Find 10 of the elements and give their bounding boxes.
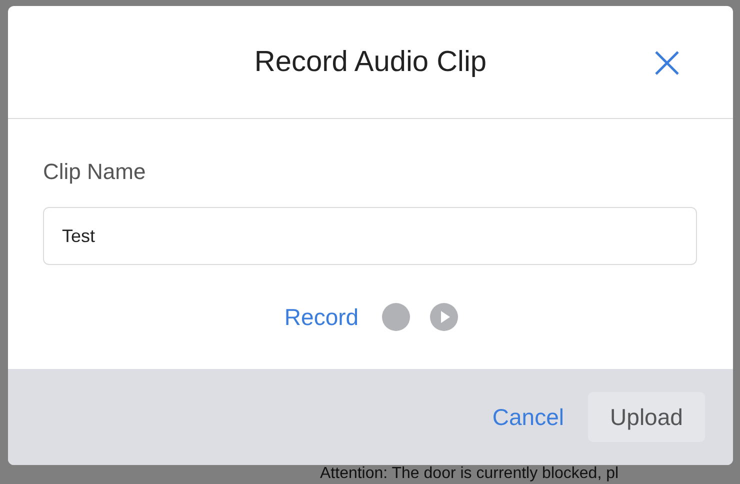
cancel-link[interactable]: Cancel [492, 404, 564, 430]
input-field[interactable]: Test [43, 207, 697, 265]
upload-button[interactable]: Upload [588, 392, 705, 442]
record-icon[interactable] [380, 302, 411, 332]
notice-text: Attention: The door is currently blocked, pl [320, 465, 619, 483]
field-label: Clip Name [43, 159, 147, 185]
close-icon[interactable] [654, 50, 680, 76]
play-icon[interactable] [428, 302, 459, 332]
record-link[interactable]: Record [284, 304, 359, 330]
dialog-title: Record Audio Clip [254, 46, 487, 78]
